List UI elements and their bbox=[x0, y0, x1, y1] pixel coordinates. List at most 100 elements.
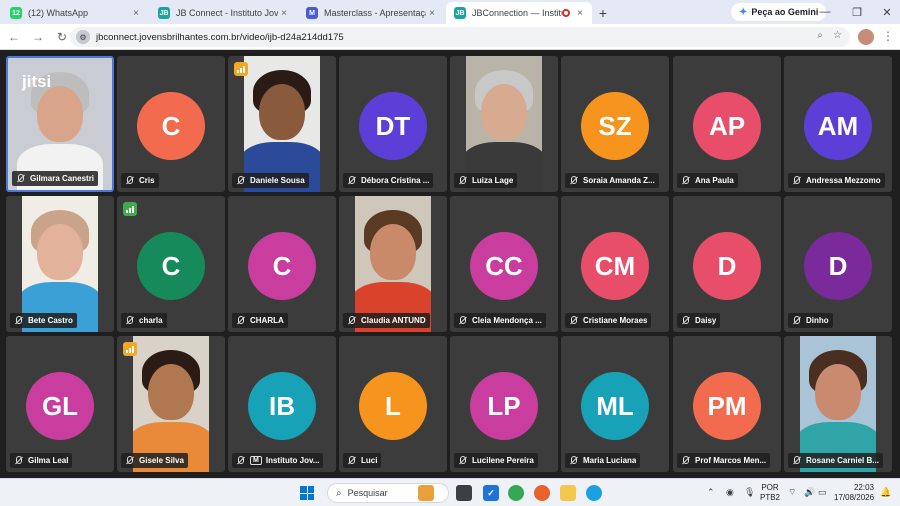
video-person-face bbox=[148, 364, 194, 420]
participant-tile[interactable]: Luiza Lage bbox=[450, 56, 558, 192]
new-tab-button[interactable]: + bbox=[592, 2, 614, 24]
windows-start-icon[interactable] bbox=[300, 486, 314, 500]
participant-avatar: PM bbox=[693, 372, 761, 440]
browser-tab[interactable]: JB JB Connect - Instituto Jovens Bri× bbox=[150, 2, 296, 24]
zoom-icon[interactable]: ⌕ bbox=[817, 30, 823, 41]
profile-avatar[interactable] bbox=[858, 29, 874, 45]
mic-muted-icon bbox=[458, 316, 467, 325]
windows-taskbar: ⌕ Pesquisar ✓ ⌃ ◉ 🎙 POR PTB2 ⌔ 🔊 ▭ 22:03… bbox=[0, 478, 900, 506]
participant-avatar: AP bbox=[693, 92, 761, 160]
participant-tile[interactable]: ML Maria Luciana bbox=[561, 336, 669, 472]
tray-app-icon[interactable]: ◉ bbox=[726, 487, 734, 498]
participant-tile[interactable]: DT Débora Cristina ... bbox=[339, 56, 447, 192]
participant-name-bar: Andressa Mezzomo bbox=[788, 173, 885, 188]
volume-icon[interactable]: 🔊 bbox=[804, 487, 815, 498]
participant-name-bar: Daniele Sousa bbox=[232, 173, 309, 188]
participant-name: Daniele Sousa bbox=[250, 176, 305, 185]
participant-tile[interactable]: IB M Instituto Jov... bbox=[228, 336, 336, 472]
participant-tile[interactable]: C Cris bbox=[117, 56, 225, 192]
participant-tile[interactable]: Daniele Sousa bbox=[228, 56, 336, 192]
participant-name-bar: Soraia Amanda Z... bbox=[565, 173, 659, 188]
participant-tile[interactable]: GL Gilma Leal bbox=[6, 336, 114, 472]
forward-arrow-icon[interactable]: → bbox=[26, 25, 50, 49]
participant-tile[interactable]: L Luci bbox=[339, 336, 447, 472]
news-widget-icon[interactable] bbox=[418, 485, 434, 501]
battery-icon[interactable]: ▭ bbox=[818, 487, 827, 498]
browser-menu-icon[interactable]: ⋮ bbox=[882, 29, 894, 43]
file-explorer-icon[interactable] bbox=[560, 485, 576, 501]
chrome-icon[interactable] bbox=[508, 485, 524, 501]
participant-tile[interactable]: SZ Soraia Amanda Z... bbox=[561, 56, 669, 192]
system-clock[interactable]: 22:03 17/08/2026 bbox=[834, 483, 874, 503]
participant-avatar: D bbox=[693, 232, 761, 300]
maximize-button[interactable]: ❐ bbox=[842, 0, 872, 24]
language-code: POR bbox=[761, 483, 779, 492]
todo-check-icon[interactable]: ✓ bbox=[483, 485, 499, 501]
participant-name: Gilmara Canestri bbox=[30, 174, 95, 183]
participant-name: Lucilene Pereira bbox=[472, 456, 534, 465]
browser-tab[interactable]: M Masterclass - Apresentação × bbox=[298, 2, 444, 24]
task-view-icon[interactable] bbox=[456, 485, 472, 501]
participant-tile[interactable]: D Dinho bbox=[784, 196, 892, 332]
video-person-face bbox=[37, 86, 83, 142]
mic-muted-icon bbox=[681, 456, 690, 465]
participant-tile[interactable]: D Daisy bbox=[673, 196, 781, 332]
notifications-icon[interactable]: 🔔 bbox=[880, 487, 891, 498]
participant-tile[interactable]: AM Andressa Mezzomo bbox=[784, 56, 892, 192]
microphone-icon[interactable]: 🎙 bbox=[744, 487, 755, 498]
participant-tile[interactable]: C CHARLA bbox=[228, 196, 336, 332]
close-tab-icon[interactable]: × bbox=[574, 8, 586, 19]
video-person-face bbox=[481, 84, 527, 140]
participant-tile[interactable]: LP Lucilene Pereira bbox=[450, 336, 558, 472]
back-arrow-icon[interactable]: ← bbox=[2, 25, 26, 49]
participant-tile[interactable]: Rosane Carniel B... bbox=[784, 336, 892, 472]
firefox-icon[interactable] bbox=[534, 485, 550, 501]
search-icon: ⌕ bbox=[336, 487, 342, 499]
participant-tile[interactable]: jitsi Gilmara Canestri bbox=[6, 56, 114, 192]
close-tab-icon[interactable]: × bbox=[278, 8, 290, 19]
connection-quality-icon[interactable] bbox=[123, 202, 137, 216]
tray-chevron-icon[interactable]: ⌃ bbox=[707, 487, 715, 498]
connection-quality-icon[interactable] bbox=[234, 62, 248, 76]
mic-muted-icon bbox=[125, 316, 134, 325]
mic-muted-icon bbox=[458, 456, 467, 465]
language-indicator[interactable]: POR PTB2 bbox=[760, 483, 780, 503]
participant-avatar: C bbox=[137, 232, 205, 300]
site-info-icon[interactable]: ⚙ bbox=[76, 30, 90, 44]
participant-avatar: GL bbox=[26, 372, 94, 440]
edge-icon[interactable] bbox=[586, 485, 602, 501]
participant-tile[interactable]: CC Cleia Mendonça ... bbox=[450, 196, 558, 332]
participant-name: Cristiane Moraes bbox=[583, 316, 648, 325]
address-bar[interactable]: ⚙ jbconnect.jovensbrilhantes.com.br/vide… bbox=[70, 27, 850, 47]
participant-name-bar: Cleia Mendonça ... bbox=[454, 313, 546, 328]
close-tab-icon[interactable]: × bbox=[426, 8, 438, 19]
participant-video bbox=[22, 196, 98, 332]
participant-avatar: CM bbox=[581, 232, 649, 300]
participant-name: Prof Marcos Men... bbox=[695, 456, 767, 465]
participant-tile[interactable]: Ccharla bbox=[117, 196, 225, 332]
close-window-button[interactable]: ✕ bbox=[872, 0, 900, 24]
participant-tile[interactable]: PM Prof Marcos Men... bbox=[673, 336, 781, 472]
browser-tab[interactable]: JB JBConnection — Instituto Jo × bbox=[446, 2, 592, 24]
participant-avatar: AM bbox=[804, 92, 872, 160]
participant-tile[interactable]: Claudia ANTUND bbox=[339, 196, 447, 332]
participant-video bbox=[244, 56, 320, 192]
video-person-face bbox=[259, 84, 305, 140]
participant-tile[interactable]: CM Cristiane Moraes bbox=[561, 196, 669, 332]
participant-tile[interactable]: Gisele Silva bbox=[117, 336, 225, 472]
mic-muted-icon bbox=[569, 316, 578, 325]
mic-muted-icon bbox=[347, 456, 356, 465]
connection-quality-icon[interactable] bbox=[123, 342, 137, 356]
minimize-button[interactable]: — bbox=[810, 0, 840, 24]
wifi-icon[interactable]: ⌔ bbox=[788, 487, 796, 498]
participant-name: Dinho bbox=[806, 316, 829, 325]
participant-tile[interactable]: Bete Castro bbox=[6, 196, 114, 332]
participant-tile[interactable]: AP Ana Paula bbox=[673, 56, 781, 192]
mic-muted-icon bbox=[681, 176, 690, 185]
bookmark-star-icon[interactable]: ☆ bbox=[833, 30, 842, 41]
gemini-label: Peça ao Gemini bbox=[751, 7, 819, 17]
participant-video bbox=[355, 196, 431, 332]
close-tab-icon[interactable]: × bbox=[130, 8, 142, 19]
participant-name: Daisy bbox=[695, 316, 717, 325]
browser-tab[interactable]: 12 (12) WhatsApp × bbox=[2, 2, 148, 24]
